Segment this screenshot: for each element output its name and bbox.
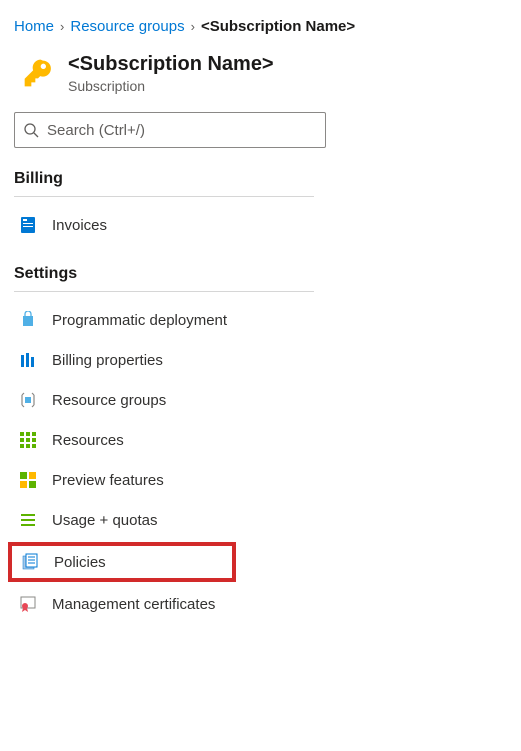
- nav-item-resources[interactable]: Resources: [14, 420, 507, 460]
- nav-item-invoices[interactable]: Invoices: [14, 205, 507, 245]
- search-box[interactable]: [14, 112, 326, 148]
- page-title: <Subscription Name>: [68, 53, 274, 76]
- bag-icon: [18, 310, 38, 330]
- nav-item-label: Invoices: [52, 217, 107, 234]
- nav-item-label: Programmatic deployment: [52, 312, 227, 329]
- nav-item-label: Usage + quotas: [52, 512, 158, 529]
- nav-item-label: Billing properties: [52, 352, 163, 369]
- breadcrumb-resource-groups[interactable]: Resource groups: [70, 18, 184, 35]
- nav-item-usage-quotas[interactable]: Usage + quotas: [14, 500, 507, 540]
- list-icon: [18, 510, 38, 530]
- nav-item-label: Policies: [54, 554, 106, 571]
- section-billing: Billing Invoices: [14, 170, 507, 245]
- divider: [14, 291, 314, 292]
- section-title-billing: Billing: [14, 170, 507, 188]
- preview-icon: [18, 470, 38, 490]
- resource-group-icon: [18, 390, 38, 410]
- section-title-settings: Settings: [14, 265, 507, 283]
- nav-item-label: Resources: [52, 432, 124, 449]
- nav-item-label: Resource groups: [52, 392, 166, 409]
- nav-item-label: Management certificates: [52, 596, 215, 613]
- grid-icon: [18, 430, 38, 450]
- breadcrumb: Home › Resource groups › <Subscription N…: [14, 18, 507, 35]
- nav-item-preview-features[interactable]: Preview features: [14, 460, 507, 500]
- bars-icon: [18, 350, 38, 370]
- nav-item-resource-groups[interactable]: Resource groups: [14, 380, 507, 420]
- chevron-right-icon: ›: [191, 19, 195, 34]
- page-subtitle: Subscription: [68, 78, 274, 94]
- certificate-icon: [18, 594, 38, 614]
- breadcrumb-home[interactable]: Home: [14, 18, 54, 35]
- nav-item-label: Preview features: [52, 472, 164, 489]
- nav-item-billing-properties[interactable]: Billing properties: [14, 340, 507, 380]
- nav-item-programmatic-deployment[interactable]: Programmatic deployment: [14, 300, 507, 340]
- policies-icon: [20, 552, 40, 572]
- search-input[interactable]: [47, 122, 317, 139]
- divider: [14, 196, 314, 197]
- breadcrumb-current: <Subscription Name>: [201, 18, 355, 35]
- nav-item-management-certificates[interactable]: Management certificates: [14, 584, 507, 624]
- nav-item-policies[interactable]: Policies: [16, 550, 228, 574]
- page-header: <Subscription Name> Subscription: [14, 53, 507, 94]
- highlighted-policies: Policies: [8, 542, 236, 582]
- chevron-right-icon: ›: [60, 19, 64, 34]
- search-icon: [23, 122, 39, 138]
- key-icon: [22, 57, 54, 89]
- invoice-icon: [18, 215, 38, 235]
- section-settings: Settings Programmatic deployment Billing…: [14, 265, 507, 624]
